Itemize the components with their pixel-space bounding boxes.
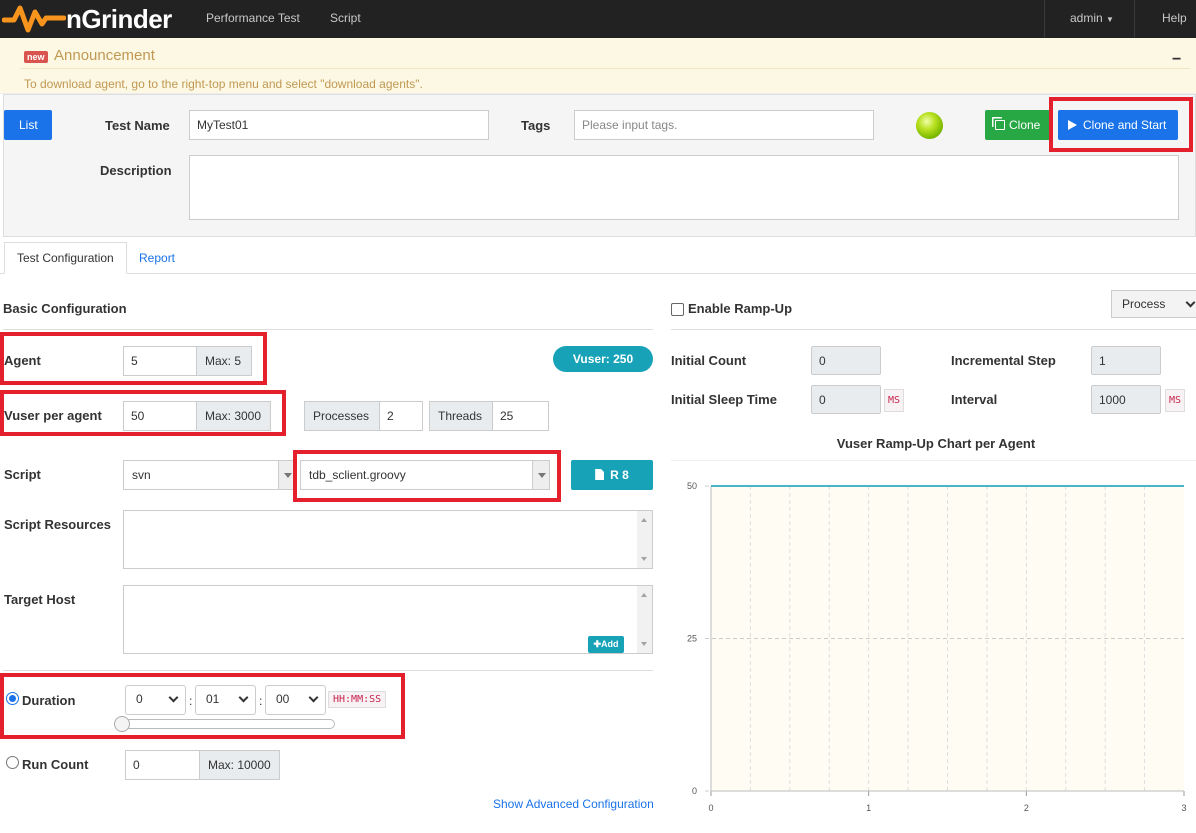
x-tick-label: 2 [1024,803,1029,813]
chevron-down-icon [1185,297,1196,308]
rampup-mode-value: Process [1122,297,1166,311]
user-name: admin [1070,11,1103,25]
script-resources-textarea[interactable] [123,510,653,569]
section-divider [3,670,653,671]
announcement-panel: new Announcement To download agent, go t… [0,38,1196,94]
tab-report[interactable]: Report [139,251,175,265]
top-navbar: nGrinder Performance Test Script admin ▼… [0,0,1196,38]
file-icon [595,469,605,480]
x-tick-label: 1 [866,803,871,813]
announcement-title: Announcement [54,47,155,64]
highlight-box [0,332,267,385]
description-label: Description [100,163,172,178]
plus-icon: ✚ [593,639,602,649]
highlight-box [0,673,405,739]
ms-unit-badge: MS [884,389,905,412]
y-tick-label: 25 [687,634,697,644]
add-host-label: Add [601,639,619,649]
status-ready-icon [916,112,943,139]
chart-title: Vuser Ramp-Up Chart per Agent [836,436,1036,451]
enable-rampup-checkbox[interactable] [671,303,684,316]
test-name-label: Test Name [105,118,170,133]
script-revision-label: R 8 [610,468,629,482]
basic-configuration-title: Basic Configuration [3,301,127,316]
x-tick-label: 3 [1181,803,1186,813]
run-count-input[interactable]: 0 [125,750,200,780]
nav-divider [1134,0,1135,38]
highlight-box [0,390,286,436]
highlight-box [1049,97,1193,152]
caret-down-icon: ▼ [1106,15,1114,24]
script-revision-button[interactable]: R 8 [571,460,653,490]
script-label: Script [4,467,41,482]
x-tick-label: 0 [708,803,713,813]
initial-sleep-time-input[interactable]: 0 [811,385,881,414]
run-count-label: Run Count [22,757,89,772]
enable-rampup-label: Enable Ramp-Up [688,301,793,316]
test-name-input[interactable]: MyTest01 [189,110,489,140]
section-divider [671,329,1196,330]
ms-unit-badge: MS [1165,389,1186,412]
section-divider [3,329,653,330]
tags-input[interactable]: Please input tags. [574,110,874,140]
nav-performance-test[interactable]: Performance Test [206,11,300,25]
ngrinder-logo-icon [2,5,66,33]
run-count-max-addon: Max: 10000 [199,750,280,780]
collapse-icon[interactable]: − [1172,51,1181,69]
highlight-box [293,450,561,502]
interval-label: Interval [951,392,998,407]
nav-divider [1044,0,1045,38]
user-menu[interactable]: admin ▼ [1070,11,1114,25]
threads-input[interactable]: 25 [492,401,549,431]
interval-input[interactable]: 1000 [1091,385,1161,414]
nav-help[interactable]: Help [1162,11,1187,25]
clone-label: Clone [1009,118,1041,132]
tags-label: Tags [521,118,551,133]
vuser-rampup-chart: 0 25 50 0 1 2 3 [671,460,1196,813]
list-button[interactable]: List [4,110,52,140]
vuser-total-badge: Vuser: 250 [553,346,653,372]
rampup-mode-select[interactable]: Process [1111,290,1196,318]
target-host-label: Target Host [4,592,76,607]
tab-test-configuration[interactable]: Test Configuration [4,242,127,274]
brand-name[interactable]: nGrinder [66,4,172,35]
clone-button[interactable]: Clone [985,110,1053,140]
incremental-step-input[interactable]: 1 [1091,346,1161,375]
target-host-textarea[interactable] [123,585,653,654]
threads-addon: Threads [429,401,493,431]
processes-addon: Processes [304,401,380,431]
y-tick-label: 50 [687,481,697,491]
y-tick-label: 0 [692,786,697,796]
scrollbar[interactable] [637,586,652,653]
initial-sleep-time-label: Initial Sleep Time [671,392,777,407]
description-textarea[interactable] [189,155,1179,220]
nav-script[interactable]: Script [330,11,361,25]
run-count-radio[interactable] [6,756,19,769]
show-advanced-configuration-link[interactable]: Show Advanced Configuration [493,797,654,811]
announcement-text: To download agent, go to the right-top m… [24,77,423,91]
tabs-baseline [0,273,1196,274]
scrollbar[interactable] [637,511,652,568]
add-host-button[interactable]: ✚Add [588,636,624,653]
initial-count-label: Initial Count [671,353,747,368]
new-badge: new [24,51,48,63]
script-repo-select[interactable]: svn [123,460,296,490]
processes-input[interactable]: 2 [379,401,423,431]
copy-icon [995,120,1005,130]
incremental-step-label: Incremental Step [951,353,1056,368]
announcement-divider [20,68,1190,69]
initial-count-input[interactable]: 0 [811,346,881,375]
script-resources-label: Script Resources [4,517,111,532]
